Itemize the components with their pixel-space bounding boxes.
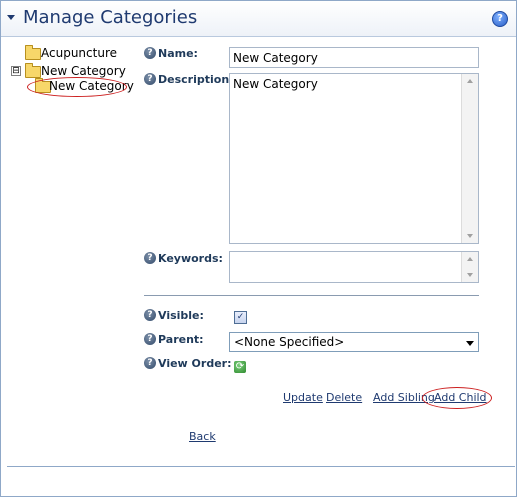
visible-label: Visible: xyxy=(158,309,204,322)
help-icon[interactable]: ? xyxy=(144,333,156,345)
description-label: Description: xyxy=(158,73,234,86)
view-order-label: View Order: xyxy=(158,357,232,370)
collapse-tree-icon[interactable]: ⊟ xyxy=(11,66,21,76)
help-icon[interactable]: ? xyxy=(144,357,156,369)
scroll-up-icon[interactable] xyxy=(467,257,473,261)
help-icon[interactable]: ? xyxy=(144,73,156,85)
help-icon[interactable]: ? xyxy=(144,309,156,321)
scroll-up-icon[interactable] xyxy=(467,79,473,83)
description-text: New Category xyxy=(233,77,318,91)
help-icon[interactable]: ? xyxy=(492,11,508,27)
manage-categories-panel: Manage Categories ? Acupuncture ⊟ New Ca… xyxy=(0,0,517,497)
keywords-textarea[interactable] xyxy=(229,251,479,283)
update-link[interactable]: Update xyxy=(283,391,323,404)
refresh-order-icon[interactable]: ⟳ xyxy=(234,361,246,373)
dropdown-arrow-icon[interactable] xyxy=(466,341,474,346)
visible-checkbox[interactable]: ✓ xyxy=(234,311,247,324)
description-scrollbar[interactable] xyxy=(461,74,478,243)
page-title: Manage Categories xyxy=(23,7,198,28)
scroll-down-icon[interactable] xyxy=(467,273,473,277)
name-label: Name: xyxy=(158,47,198,60)
folder-icon xyxy=(25,63,41,78)
folder-icon xyxy=(25,45,41,60)
name-input[interactable]: New Category xyxy=(229,47,479,68)
help-icon[interactable]: ? xyxy=(144,47,156,59)
scroll-down-icon[interactable] xyxy=(467,234,473,238)
highlight-oval xyxy=(422,387,492,409)
parent-label: Parent: xyxy=(158,333,204,346)
collapse-arrow-icon[interactable] xyxy=(7,15,15,20)
keywords-label: Keywords: xyxy=(158,252,223,265)
parent-select[interactable]: <None Specified> xyxy=(229,332,479,352)
bottom-divider xyxy=(7,466,515,467)
keywords-scrollbar[interactable] xyxy=(461,252,478,282)
delete-link[interactable]: Delete xyxy=(326,391,362,404)
help-icon[interactable]: ? xyxy=(144,252,156,264)
tree-item-label: Acupuncture xyxy=(41,46,117,60)
highlight-oval xyxy=(27,77,127,97)
parent-selected-value: <None Specified> xyxy=(234,335,345,349)
back-link[interactable]: Back xyxy=(189,430,216,443)
description-textarea[interactable]: New Category xyxy=(229,73,479,244)
section-divider xyxy=(144,295,479,296)
title-bar: Manage Categories ? xyxy=(1,1,516,37)
